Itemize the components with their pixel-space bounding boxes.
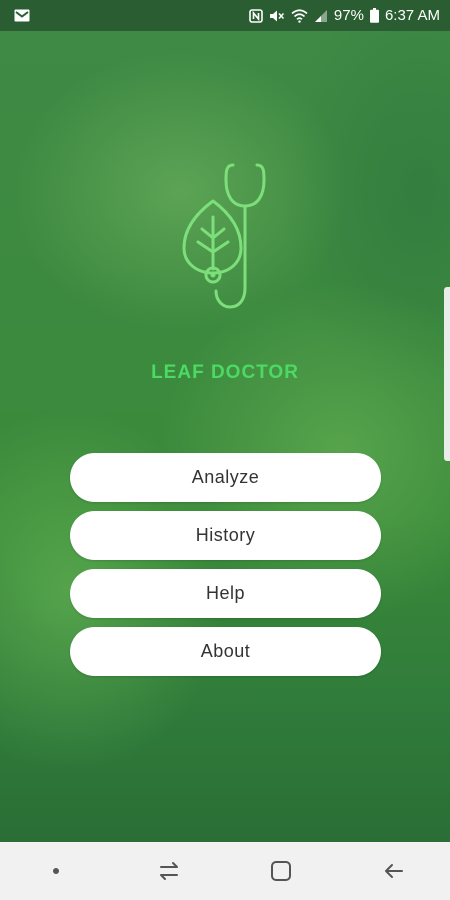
app-title: LEAF DOCTOR xyxy=(151,362,299,383)
help-button[interactable]: Help xyxy=(70,569,381,618)
battery-percent: 97% xyxy=(333,7,364,24)
navigation-bar xyxy=(0,842,450,900)
dot-icon[interactable] xyxy=(26,851,86,891)
nfc-icon xyxy=(249,8,263,23)
signal-icon xyxy=(314,9,328,23)
main-menu: Analyze History Help About xyxy=(70,453,381,685)
history-button[interactable]: History xyxy=(70,511,381,560)
back-icon[interactable] xyxy=(364,851,424,891)
clock: 6:37 AM xyxy=(384,7,440,24)
status-left xyxy=(14,9,30,22)
analyze-button[interactable]: Analyze xyxy=(70,453,381,502)
status-bar: 97% 6:37 AM xyxy=(0,0,450,31)
mute-icon xyxy=(269,9,285,23)
home-icon[interactable] xyxy=(251,851,311,891)
wifi-icon xyxy=(291,8,308,23)
about-button[interactable]: About xyxy=(70,627,381,676)
gmail-notification-icon xyxy=(14,9,30,22)
leaf-stethoscope-icon xyxy=(180,160,270,310)
recents-icon[interactable] xyxy=(139,851,199,891)
battery-icon xyxy=(369,8,379,23)
status-right: 97% 6:37 AM xyxy=(249,7,440,24)
main-screen xyxy=(0,31,450,842)
